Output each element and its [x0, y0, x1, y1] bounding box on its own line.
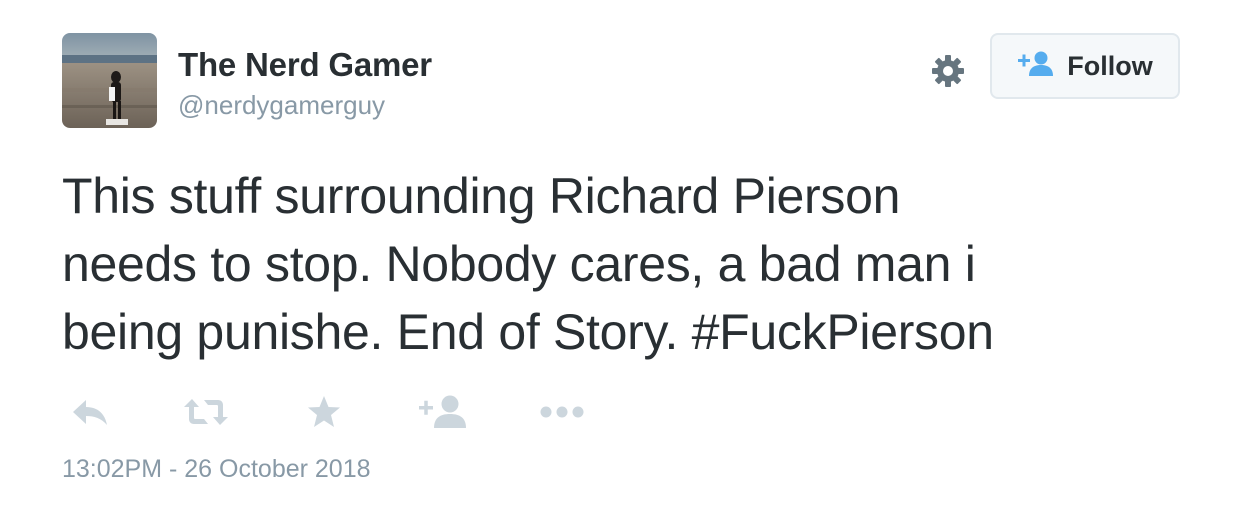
avatar[interactable] [62, 33, 157, 128]
tweet-timestamp[interactable]: 13:02PM - 26 October 2018 [62, 455, 371, 484]
display-name[interactable]: The Nerd Gamer [178, 46, 432, 84]
more-button[interactable] [539, 390, 585, 438]
screen-name[interactable]: @nerdygamerguy [178, 90, 385, 121]
reply-icon [70, 397, 110, 432]
tweet-card: The Nerd Gamer @nerdygamerguy Follow Thi… [0, 0, 1238, 530]
tweet-text-line: This stuff surrounding Richard Pierson [62, 168, 901, 224]
favorite-button[interactable] [306, 390, 342, 438]
follow-user-button[interactable] [418, 390, 470, 438]
tweet-text-line: needs to stop. Nobody cares, a bad man i [62, 236, 976, 292]
retweet-button[interactable] [182, 390, 230, 438]
retweet-icon [182, 397, 230, 432]
favorite-star-icon [306, 395, 342, 434]
add-user-icon [1017, 50, 1055, 83]
profile-photo-icon [62, 33, 157, 128]
more-dots-icon [539, 404, 585, 425]
follow-label: Follow [1067, 50, 1153, 81]
follow-button[interactable]: Follow [990, 33, 1180, 99]
follow-user-icon [418, 394, 470, 435]
tweet-text-line: being punishe. End of Story. #FuckPierso… [62, 304, 994, 360]
tweet-text: This stuff surrounding Richard Pierson n… [62, 162, 1202, 366]
gear-icon[interactable] [930, 53, 966, 89]
reply-button[interactable] [70, 390, 110, 438]
